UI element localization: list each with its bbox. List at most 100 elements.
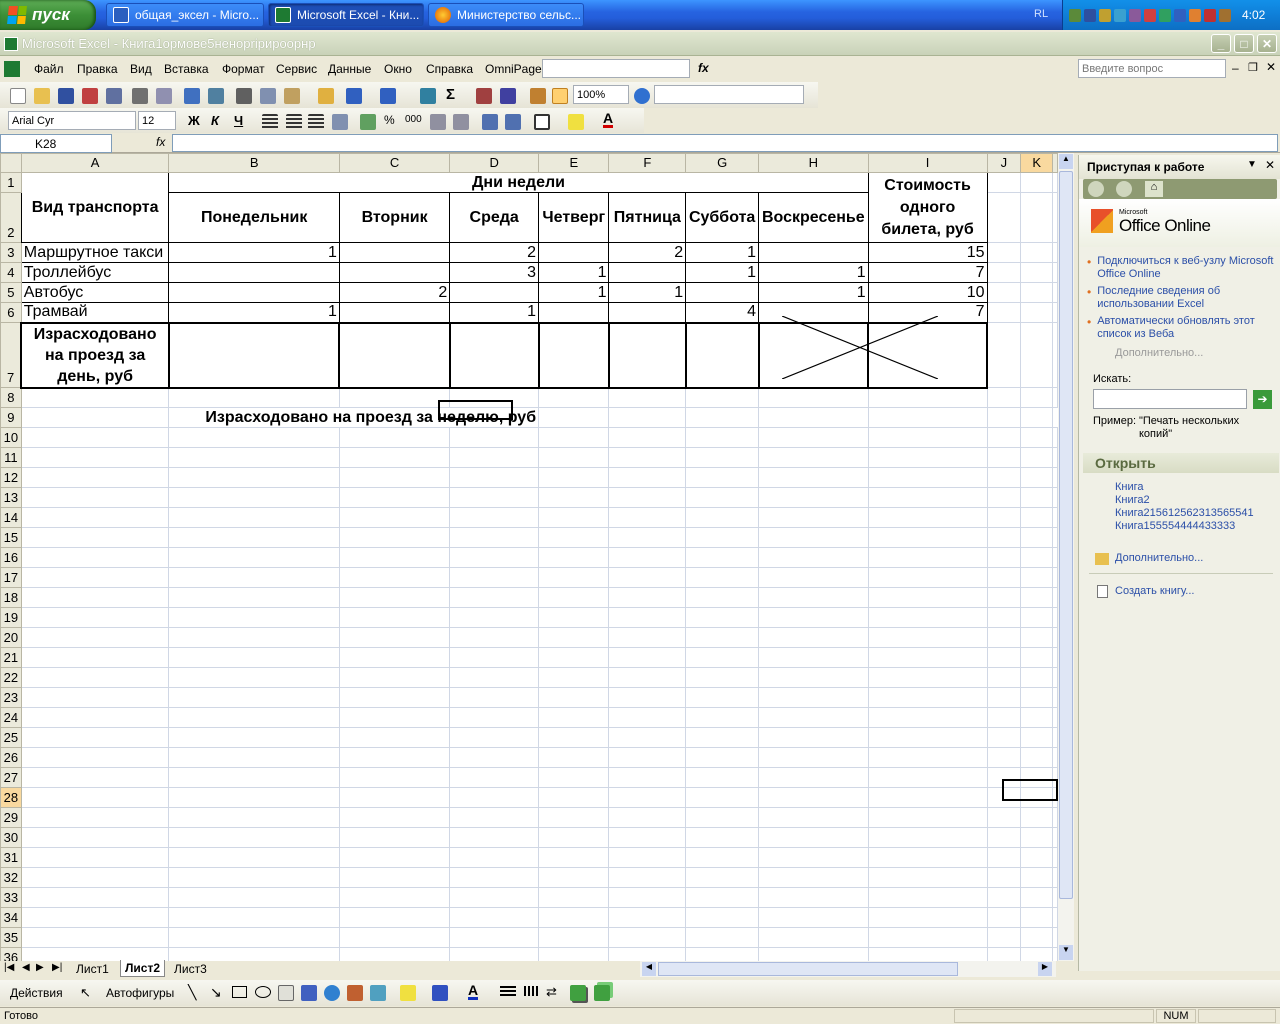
- row-header[interactable]: 24: [0, 707, 22, 728]
- cell[interactable]: [338, 607, 451, 628]
- cell[interactable]: [685, 947, 760, 961]
- cell[interactable]: [1020, 907, 1053, 928]
- cell[interactable]: [758, 887, 869, 908]
- cell[interactable]: [20, 747, 170, 768]
- cell[interactable]: [449, 867, 540, 888]
- cell[interactable]: [608, 807, 687, 828]
- cell[interactable]: [758, 567, 869, 588]
- cell[interactable]: [20, 767, 170, 788]
- cell[interactable]: [449, 767, 540, 788]
- cell[interactable]: [1052, 627, 1058, 648]
- cell[interactable]: [20, 627, 170, 648]
- cell[interactable]: [1020, 467, 1053, 488]
- cell[interactable]: [20, 487, 170, 508]
- align-center-icon[interactable]: [286, 114, 302, 130]
- trip-count[interactable]: [685, 282, 760, 303]
- row-header[interactable]: 36: [0, 947, 22, 961]
- recent-file[interactable]: Книга2: [1115, 494, 1254, 507]
- cell[interactable]: [168, 747, 340, 768]
- cell[interactable]: [20, 707, 170, 728]
- cell[interactable]: [1052, 707, 1058, 728]
- undo-icon[interactable]: [346, 88, 362, 104]
- cell[interactable]: [338, 387, 451, 408]
- scroll-right-button[interactable]: ▶: [1038, 962, 1052, 976]
- cell[interactable]: [449, 547, 540, 568]
- cell[interactable]: [867, 407, 988, 428]
- weekly-total-cell[interactable]: [438, 400, 513, 420]
- cell[interactable]: [867, 647, 988, 668]
- cell[interactable]: [168, 787, 340, 808]
- cell[interactable]: [608, 467, 687, 488]
- cell[interactable]: [867, 627, 988, 648]
- row-header[interactable]: 25: [0, 727, 22, 748]
- cell[interactable]: [338, 427, 451, 448]
- trip-count[interactable]: [608, 262, 687, 283]
- cell[interactable]: [1052, 322, 1058, 388]
- cell[interactable]: [685, 507, 760, 528]
- cell[interactable]: [20, 867, 170, 888]
- font-color-icon[interactable]: A: [603, 111, 614, 128]
- cell[interactable]: [685, 407, 760, 428]
- cell[interactable]: [20, 407, 170, 428]
- header-vid-transport[interactable]: Вид транспорта: [20, 172, 170, 243]
- hyperlink-icon[interactable]: [420, 88, 436, 104]
- cell[interactable]: [685, 527, 760, 548]
- cell[interactable]: [1052, 827, 1058, 848]
- cell[interactable]: [867, 447, 988, 468]
- cell[interactable]: [608, 627, 687, 648]
- trip-count[interactable]: [338, 242, 451, 263]
- sort-desc-icon[interactable]: [500, 88, 516, 104]
- cell[interactable]: [168, 647, 340, 668]
- cell[interactable]: [1020, 587, 1053, 608]
- dash-style-icon[interactable]: [524, 986, 540, 996]
- cell[interactable]: [608, 827, 687, 848]
- cell[interactable]: [685, 687, 760, 708]
- cell[interactable]: [20, 907, 170, 928]
- cell[interactable]: [986, 507, 1022, 528]
- cell[interactable]: [685, 867, 760, 888]
- worksheet-grid[interactable]: A B C D E F G H I J K 1 Вид транспорта Дни недели Стои…: [0, 153, 1058, 961]
- row-header[interactable]: 18: [0, 587, 22, 608]
- cell[interactable]: [986, 687, 1022, 708]
- cell[interactable]: [20, 827, 170, 848]
- header-day[interactable]: Четверг: [538, 192, 610, 243]
- row-header[interactable]: 21: [0, 647, 22, 668]
- column-header[interactable]: B: [168, 153, 340, 173]
- fx-icon[interactable]: fx: [698, 61, 709, 75]
- arrow-icon[interactable]: ↘: [210, 984, 222, 1001]
- trip-count[interactable]: 1: [538, 262, 610, 283]
- trip-count[interactable]: [758, 242, 869, 263]
- cell[interactable]: [867, 487, 988, 508]
- cell[interactable]: [1052, 887, 1058, 908]
- row-header[interactable]: 17: [0, 567, 22, 588]
- row-header[interactable]: 1: [0, 172, 22, 193]
- autoshapes-menu[interactable]: Автофигуры: [106, 986, 174, 1000]
- cell[interactable]: [1020, 242, 1053, 263]
- diagram-icon[interactable]: [324, 985, 340, 1001]
- header-day[interactable]: Среда: [449, 192, 540, 243]
- cell[interactable]: [538, 847, 610, 868]
- cell[interactable]: [1052, 727, 1058, 748]
- cell[interactable]: [986, 607, 1022, 628]
- cell[interactable]: [538, 767, 610, 788]
- cell[interactable]: [685, 567, 760, 588]
- cell[interactable]: [538, 427, 610, 448]
- trip-count[interactable]: 1: [758, 282, 869, 303]
- cell[interactable]: [685, 827, 760, 848]
- tab-sheet1[interactable]: Лист1: [76, 962, 109, 976]
- cell[interactable]: [338, 487, 451, 508]
- cell[interactable]: [758, 467, 869, 488]
- cell[interactable]: [20, 527, 170, 548]
- cell[interactable]: [758, 747, 869, 768]
- cell[interactable]: [538, 707, 610, 728]
- cell[interactable]: [758, 647, 869, 668]
- transport-name[interactable]: Автобус: [20, 282, 170, 303]
- cell[interactable]: [1020, 567, 1053, 588]
- bold-button[interactable]: Ж: [188, 113, 200, 128]
- row-header[interactable]: 5: [0, 282, 22, 303]
- decrease-decimal-icon[interactable]: [453, 114, 469, 130]
- select-pointer-icon[interactable]: ↖: [80, 985, 91, 1001]
- pane-close-icon[interactable]: ✕: [1265, 158, 1275, 172]
- tray-icon[interactable]: [1084, 8, 1096, 22]
- paste-icon[interactable]: [284, 88, 300, 104]
